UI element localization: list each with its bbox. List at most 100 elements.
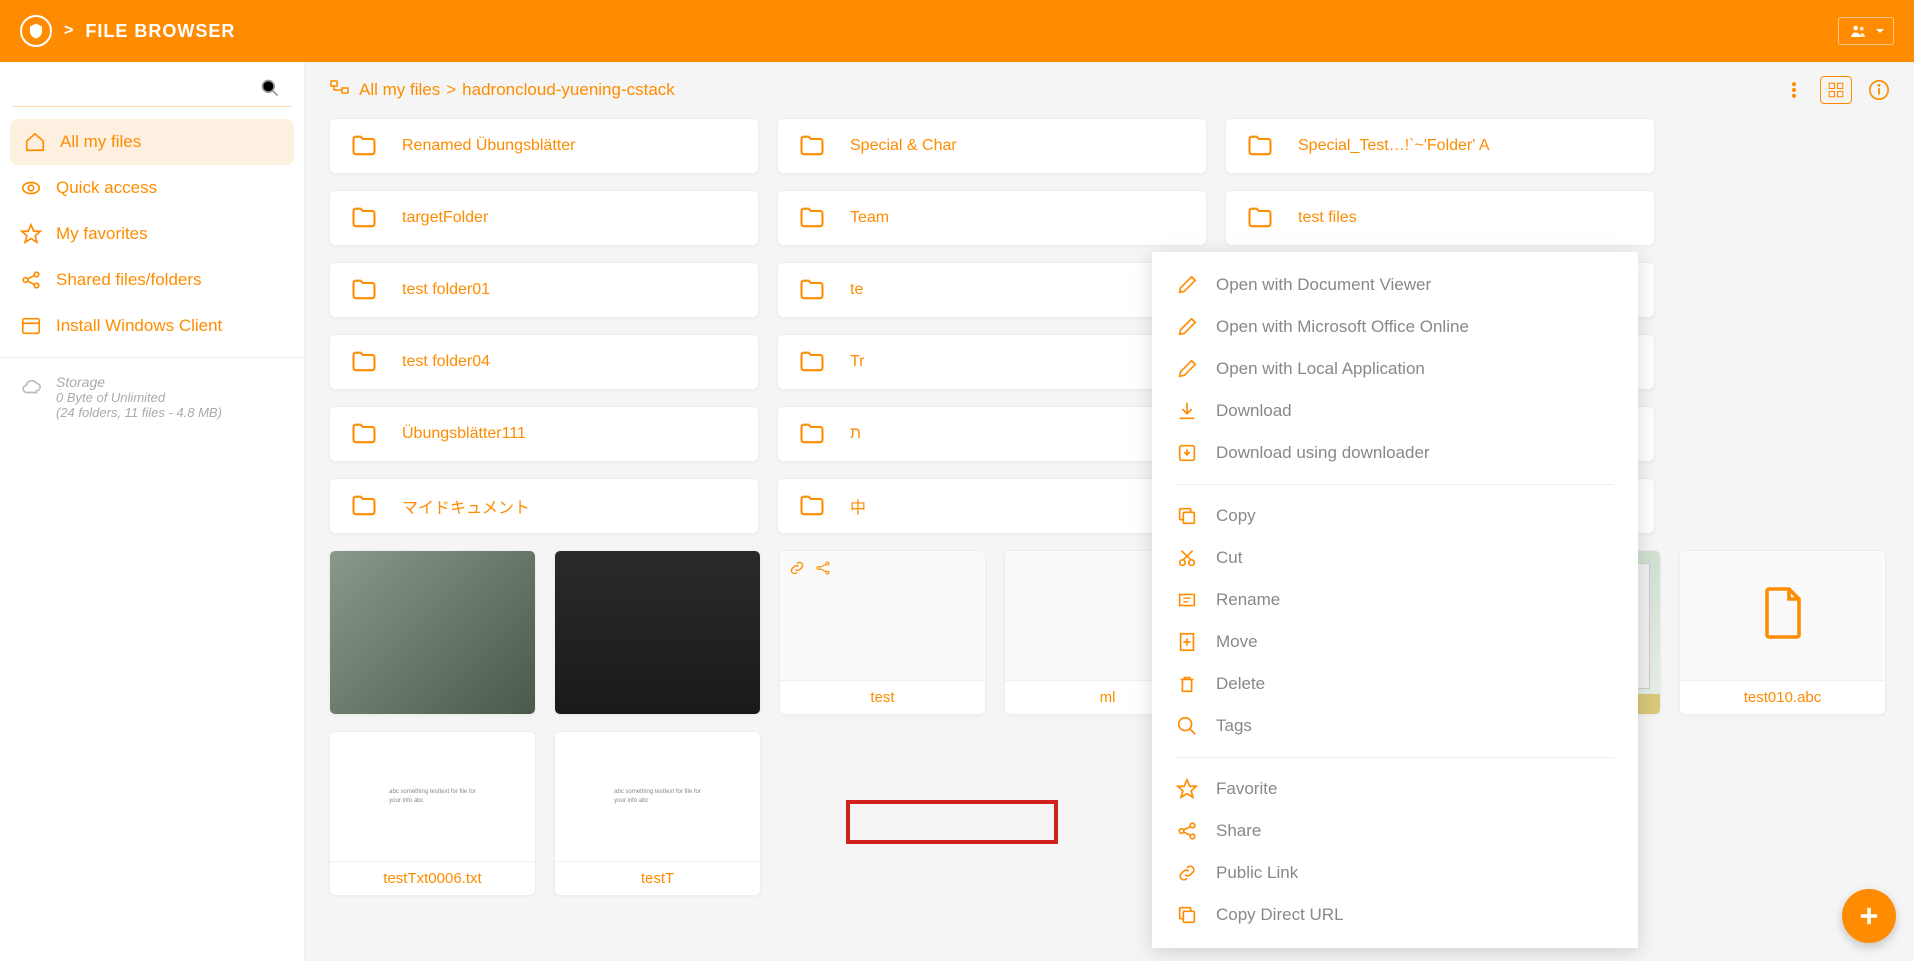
menu-item-delete[interactable]: Delete [1152,663,1638,705]
menu-item-label: Copy Direct URL [1216,905,1344,925]
menu-item-tags[interactable]: Tags [1152,705,1638,747]
menu-item-share[interactable]: Share [1152,810,1638,852]
folder-icon [1246,132,1274,160]
view-toggle[interactable] [1820,76,1852,104]
menu-item-copy-direct-url[interactable]: Copy Direct URL [1152,894,1638,936]
file-card[interactable]: test [779,550,986,715]
folder-card[interactable]: Special_Test…!`~'Folder' A [1225,118,1655,174]
folder-label: Team [850,209,889,227]
tree-icon [329,78,353,102]
menu-item-copy[interactable]: Copy [1152,495,1638,537]
file-card[interactable] [554,550,761,715]
content-area: All my files > hadroncloud-yuening-cstac… [305,62,1914,961]
folder-card[interactable]: Übungsblätter111 [329,406,759,462]
user-menu[interactable] [1838,17,1894,45]
app-logo[interactable] [20,15,52,47]
folder-icon [350,204,378,232]
folder-card[interactable]: test folder04 [329,334,759,390]
folder-icon [1246,204,1274,232]
menu-item-label: Move [1216,632,1258,652]
grid-icon [1827,81,1845,99]
file-card[interactable] [329,550,536,715]
menu-item-open-with-microsoft-office-online[interactable]: Open with Microsoft Office Online [1152,306,1638,348]
toolbar: All my files > hadroncloud-yuening-cstac… [305,62,1914,118]
sidebar-item-install[interactable]: Install Windows Client [0,303,304,349]
menu-item-cut[interactable]: Cut [1152,537,1638,579]
file-icon [1759,585,1807,641]
window-icon [20,315,42,337]
cloud-icon [20,376,42,398]
sidebar-item-favorites[interactable]: My favorites [0,211,304,257]
menu-item-favorite[interactable]: Favorite [1152,768,1638,810]
folder-label: test folder04 [402,353,490,371]
menu-item-label: Copy [1216,506,1256,526]
star-icon [20,223,42,245]
folder-icon [798,492,826,520]
menu-item-label: Share [1216,821,1261,841]
menu-item-download-using-downloader[interactable]: Download using downloader [1152,432,1638,474]
folder-card[interactable]: test files [1225,190,1655,246]
share-icon [20,269,42,291]
context-menu: Open with Document Viewer Open with Micro… [1152,252,1638,948]
info-icon[interactable] [1868,79,1890,101]
menu-item-public-link[interactable]: Public Link [1152,852,1638,894]
file-card[interactable]: abc something testtext for file foryour … [554,731,761,896]
folder-icon [798,276,826,304]
menu-item-rename[interactable]: Rename [1152,579,1638,621]
folder-icon [350,420,378,448]
folder-label: Renamed Übungsblätter [402,137,575,155]
main-area: All my files Quick access My favorites S… [0,62,1914,961]
menu-item-label: Download [1216,401,1292,421]
app-header: > FILE BROWSER [0,0,1914,62]
thumb-grid: testml--test005.txt.txttest010.abcabc so… [305,550,1914,896]
plus-icon [1855,902,1883,930]
home-icon [24,131,46,153]
folder-card[interactable]: 中 [777,478,1207,534]
menu-item-label: Open with Document Viewer [1216,275,1431,295]
folder-label: te [850,281,863,299]
folder-label: Special_Test…!`~'Folder' A [1298,137,1490,155]
breadcrumb-arrow-icon: > [64,22,73,40]
folder-label: Übungsblätter111 [402,425,526,443]
folder-card[interactable]: ת [777,406,1207,462]
folder-card[interactable]: Renamed Übungsblätter [329,118,759,174]
folder-icon [350,492,378,520]
sidebar-item-shared[interactable]: Shared files/folders [0,257,304,303]
storage-usage: 0 Byte of Unlimited [56,390,222,405]
breadcrumb-current[interactable]: hadroncloud-yuening-cstack [462,80,675,100]
folder-label: targetFolder [402,209,488,227]
folder-icon [350,348,378,376]
file-grid: Renamed Übungsblätter Special & Char Speci… [305,118,1914,534]
folder-card[interactable]: targetFolder [329,190,759,246]
add-button[interactable] [1842,889,1896,943]
share-icon [814,559,832,577]
menu-item-open-with-local-application[interactable]: Open with Local Application [1152,348,1638,390]
folder-card[interactable]: Special & Char [777,118,1207,174]
menu-item-label: Rename [1216,590,1280,610]
sidebar-item-all-files[interactable]: All my files [10,119,294,165]
menu-dots-icon[interactable] [1784,80,1804,100]
menu-item-label: Tags [1216,716,1252,736]
folder-card[interactable]: te [777,262,1207,318]
menu-item-move[interactable]: Move [1152,621,1638,663]
search-button[interactable] [0,62,304,106]
breadcrumb-root[interactable]: All my files [359,80,440,100]
folder-card[interactable]: Tr [777,334,1207,390]
sidebar-item-label: Shared files/folders [56,270,202,290]
file-card[interactable]: test010.abc [1679,550,1886,715]
folder-card[interactable]: test folder01 [329,262,759,318]
folder-icon [798,420,826,448]
sidebar-item-label: Quick access [56,178,157,198]
file-card[interactable]: abc something testtext for file foryour … [329,731,536,896]
folder-card[interactable]: Team [777,190,1207,246]
folder-card[interactable]: マイドキュメント [329,478,759,534]
menu-item-open-with-document-viewer[interactable]: Open with Document Viewer [1152,264,1638,306]
storage-info: Storage 0 Byte of Unlimited (24 folders,… [0,357,304,436]
sidebar-item-label: Install Windows Client [56,316,222,336]
menu-item-download[interactable]: Download [1152,390,1638,432]
menu-item-label: Download using downloader [1216,443,1430,463]
sidebar-item-quick-access[interactable]: Quick access [0,165,304,211]
sidebar-item-label: My favorites [56,224,148,244]
menu-item-label: Open with Local Application [1216,359,1425,379]
folder-label: test files [1298,209,1357,227]
